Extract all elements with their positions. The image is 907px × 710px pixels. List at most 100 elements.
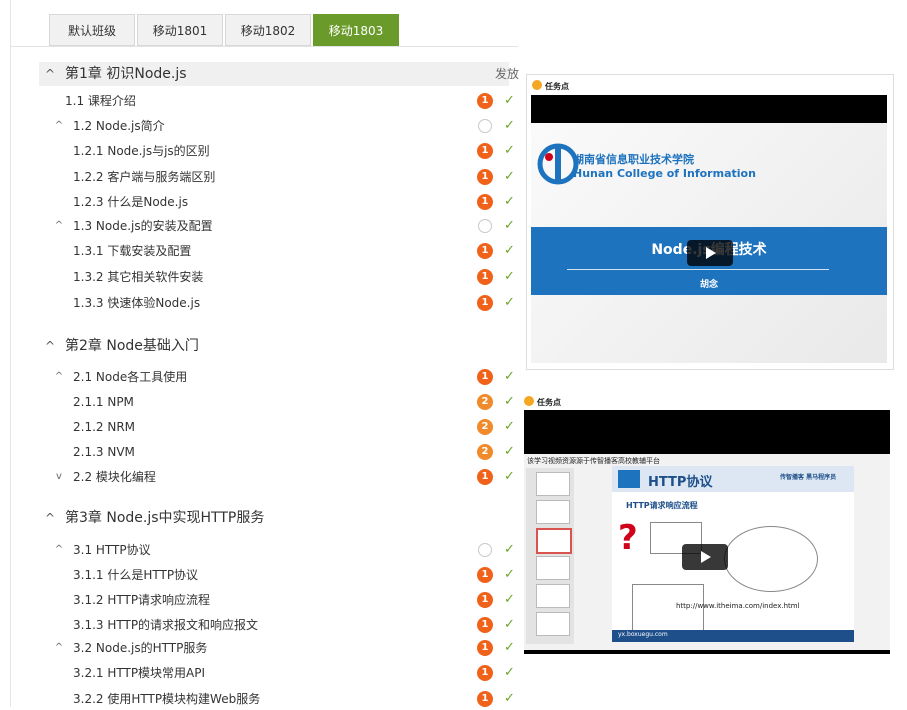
check-icon: ✓ [504, 295, 515, 310]
outline-row[interactable]: ^ 1.2 Node.js简介 ✓ [49, 115, 515, 137]
outline-row[interactable]: ^ 2.1 Node各工具使用 1 ✓ [49, 366, 515, 388]
outline-row[interactable]: 2.1.3 NVM 2 ✓ [49, 441, 515, 463]
chapter-2-header[interactable]: ^ 第2章 Node基础入门 [39, 334, 509, 358]
task-count-badge: 1 [477, 592, 493, 608]
slide-brand: 传智播客 黑马程序员 [780, 474, 837, 481]
check-icon: ✓ [504, 469, 515, 484]
check-icon: ✓ [504, 592, 515, 607]
play-button[interactable] [682, 544, 728, 570]
outline-row[interactable]: ^ 1.3 Node.js的安装及配置 ✓ [49, 215, 515, 237]
outline-row-label: 1.3.2 其它相关软件安装 [73, 270, 204, 284]
check-icon: ✓ [504, 444, 515, 459]
college-name-en: Hunan College of Information [573, 167, 756, 180]
task-count-badge: 2 [477, 444, 493, 460]
outline-row-label: 3.1 HTTP协议 [73, 543, 151, 557]
outline-row-label: 3.1.2 HTTP请求响应流程 [73, 593, 211, 607]
check-icon: ✓ [504, 93, 515, 108]
task-count-badge: 1 [477, 640, 493, 656]
course-outline-panel: 默认班级 移动1801 移动1802 移动1803 ^ 第1章 初识Node.j… [10, 0, 519, 707]
check-icon: ✓ [504, 143, 515, 158]
outline-row[interactable]: 1.3.1 下载安装及配置 1 ✓ [49, 240, 515, 262]
outline-row[interactable]: 3.1.3 HTTP的请求报文和响应报文 1 ✓ [49, 614, 515, 636]
check-icon: ✓ [504, 419, 515, 434]
check-icon: ✓ [504, 369, 515, 384]
task-count-badge: 2 [477, 419, 493, 435]
outline-row[interactable]: 3.1.2 HTTP请求响应流程 1 ✓ [49, 589, 515, 611]
task-point-icon [524, 396, 534, 406]
empty-status-icon [478, 119, 492, 133]
outline-row-label: 1.3 Node.js的安装及配置 [73, 219, 213, 233]
task-count-badge: 1 [477, 665, 493, 681]
video-player-1[interactable]: 任务点 湖南省信息职业技术学院 Hunan College of Informa… [526, 74, 894, 370]
outline-row[interactable]: 1.3.2 其它相关软件安装 1 ✓ [49, 266, 515, 288]
chapter-title: 第2章 Node基础入门 [65, 338, 199, 354]
expand-icon[interactable]: v [53, 466, 65, 488]
outline-row[interactable]: 1.3.3 快速体验Node.js 1 ✓ [49, 292, 515, 314]
collapse-icon[interactable]: ^ [43, 62, 57, 86]
outline-row[interactable]: 2.1.2 NRM 2 ✓ [49, 416, 515, 438]
college-name-cn: 湖南省信息职业技术学院 [573, 153, 694, 166]
outline-row-label: 2.1.2 NRM [73, 420, 136, 434]
outline-row-label: 2.1.3 NVM [73, 445, 135, 459]
check-icon: ✓ [504, 269, 515, 284]
chapter-title: 第1章 初识Node.js [65, 66, 187, 82]
publish-button[interactable]: 发放 [495, 62, 519, 86]
video-frame: 湖南省信息职业技术学院 Hunan College of Information… [531, 95, 887, 363]
outline-row[interactable]: 3.1.1 什么是HTTP协议 1 ✓ [49, 564, 515, 586]
play-button[interactable] [687, 240, 733, 266]
task-point-icon [532, 80, 542, 90]
course-author: 胡念 [699, 280, 718, 290]
check-icon: ✓ [504, 617, 515, 632]
outline-row[interactable]: 2.1.1 NPM 2 ✓ [49, 391, 515, 413]
task-count-badge: 1 [477, 691, 493, 707]
tabs-divider [11, 46, 518, 47]
outline-row-label: 1.1 课程介绍 [65, 94, 136, 108]
task-count-badge: 1 [477, 369, 493, 385]
collapse-icon[interactable]: ^ [43, 334, 57, 358]
collapse-icon[interactable]: ^ [53, 539, 65, 561]
video-player-2[interactable]: 任务点 该学习视频资源源于传智播客高校教辅平台 HTTP协议 传智播客 黑马程序… [522, 394, 892, 654]
collapse-icon[interactable]: ^ [53, 215, 65, 237]
slide-main: HTTP协议 传智播客 黑马程序员 HTTP请求响应流程 ? http://ww… [612, 466, 854, 642]
chapter-1-header[interactable]: ^ 第1章 初识Node.js 发放 [39, 62, 519, 86]
task-count-badge: 1 [477, 617, 493, 633]
task-count-badge: 1 [477, 469, 493, 485]
slide-thumbnails [526, 468, 574, 644]
empty-status-icon [478, 219, 492, 233]
task-point-label: 任务点 [545, 82, 569, 91]
task-point-label: 任务点 [537, 398, 561, 407]
tab-mobile-1802[interactable]: 移动1802 [225, 14, 311, 46]
check-icon: ✓ [504, 218, 515, 233]
outline-row[interactable]: 1.2.1 Node.js与js的区别 1 ✓ [49, 140, 515, 162]
tab-mobile-1801[interactable]: 移动1801 [137, 14, 223, 46]
outline-row-label: 3.2.1 HTTP模块常用API [73, 666, 206, 680]
check-icon: ✓ [504, 194, 515, 209]
task-count-badge: 1 [477, 143, 493, 159]
task-count-badge: 1 [477, 93, 493, 109]
collapse-icon[interactable]: ^ [53, 115, 65, 137]
slide-bullet: HTTP请求响应流程 [626, 501, 698, 510]
outline-row[interactable]: 3.2.1 HTTP模块常用API 1 ✓ [49, 662, 515, 684]
speech-bubble [724, 526, 818, 592]
outline-row[interactable]: ^ 3.1 HTTP协议 ✓ [49, 539, 515, 561]
chapter-3-header[interactable]: ^ 第3章 Node.js中实现HTTP服务 [39, 506, 509, 530]
tab-mobile-1803[interactable]: 移动1803 [313, 14, 399, 46]
outline-row[interactable]: ^ 3.2 Node.js的HTTP服务 1 ✓ [49, 637, 515, 659]
outline-row[interactable]: 1.2.2 客户端与服务端区别 1 ✓ [49, 166, 515, 188]
tab-default-class[interactable]: 默认班级 [49, 14, 135, 46]
slide-title: HTTP协议 [648, 475, 713, 490]
slide-footer: yx.boxuegu.com [612, 630, 854, 642]
check-icon: ✓ [504, 640, 515, 655]
collapse-icon[interactable]: ^ [53, 637, 65, 659]
task-count-badge: 1 [477, 269, 493, 285]
outline-row[interactable]: v 2.2 模块化编程 1 ✓ [49, 466, 515, 488]
task-count-badge: 1 [477, 295, 493, 311]
outline-row-label: 3.1.1 什么是HTTP协议 [73, 568, 199, 582]
collapse-icon[interactable]: ^ [53, 366, 65, 388]
outline-row[interactable]: 1.1 课程介绍 1 ✓ [49, 90, 515, 112]
outline-row-label: 3.1.3 HTTP的请求报文和响应报文 [73, 618, 259, 632]
outline-row-label: 1.2 Node.js简介 [73, 119, 165, 133]
collapse-icon[interactable]: ^ [43, 506, 57, 530]
outline-row-label: 3.2 Node.js的HTTP服务 [73, 641, 208, 655]
outline-row[interactable]: 1.2.3 什么是Node.js 1 ✓ [49, 191, 515, 213]
